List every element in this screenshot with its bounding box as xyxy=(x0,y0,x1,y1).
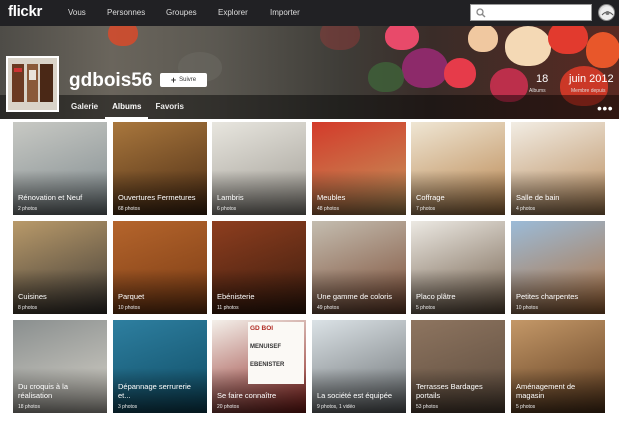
album-title: Rénovation et Neuf xyxy=(18,193,83,202)
album-title: Placo plâtre xyxy=(416,292,456,301)
tab-favoris[interactable]: Favoris xyxy=(148,97,190,119)
album-title: Cuisines xyxy=(18,292,47,301)
top-navigation-bar: flickr Vous Personnes Groupes Explorer I… xyxy=(0,0,619,26)
albums-count-label: Albums xyxy=(529,88,546,94)
album-tile[interactable]: Lambris 6 photos xyxy=(212,122,306,215)
album-tile[interactable]: Cuisines 8 photos xyxy=(13,221,107,314)
flower-shape xyxy=(320,26,360,50)
album-tile[interactable]: Meubles 48 photos xyxy=(312,122,406,215)
album-photo-count: 7 photos xyxy=(416,206,436,212)
album-title: Salle de bain xyxy=(516,193,560,202)
plus-icon: + xyxy=(170,74,177,85)
album-cover-sign: GD BOI MENUISEF EBENISTER xyxy=(248,322,304,384)
album-title: Du croquis à la réalisation xyxy=(18,382,69,400)
profile-username: gdbois56 xyxy=(69,70,153,91)
album-title: Terrasses Bardages portails xyxy=(416,382,483,400)
profile-tabs: Galerie Albums Favoris xyxy=(64,97,191,119)
album-title: La société est équipée xyxy=(317,391,393,400)
member-since-label: Membre depuis xyxy=(571,88,606,94)
nav-item-explorer[interactable]: Explorer xyxy=(218,8,248,17)
album-tile[interactable]: Ouvertures Fermetures 68 photos xyxy=(113,122,207,215)
album-tile[interactable]: Aménagement de magasin 5 photos xyxy=(511,320,605,413)
album-title: Coffrage xyxy=(416,193,445,202)
flower-shape xyxy=(385,26,419,50)
album-photo-count: 2 photos xyxy=(18,206,38,212)
album-tile[interactable]: Parquet 10 photos xyxy=(113,221,207,314)
flower-shape xyxy=(468,26,498,52)
albums-count: 18 xyxy=(536,73,549,85)
album-photo-count: 5 photos xyxy=(516,404,536,410)
album-photo-count: 8 photos xyxy=(18,305,38,311)
album-title: Aménagement de magasin xyxy=(516,382,576,400)
flower-shape xyxy=(548,26,588,54)
member-since-date: juin 2012 xyxy=(569,73,614,85)
profile-avatar[interactable] xyxy=(6,56,59,112)
album-photo-count: 6 photos xyxy=(217,206,237,212)
album-photo-count: 9 photos, 1 vidéo xyxy=(317,404,356,410)
flower-shape xyxy=(402,48,448,88)
follow-button[interactable]: + Suivre xyxy=(160,73,207,87)
album-title: Meubles xyxy=(317,193,346,202)
album-title: Dépannage serrurerie et... xyxy=(118,382,191,400)
album-title: Ebénisterie xyxy=(217,292,255,301)
album-title: Petites charpentes xyxy=(516,292,579,301)
album-title: Se faire connaître xyxy=(217,391,277,400)
tab-albums[interactable]: Albums xyxy=(105,97,149,119)
album-photo-count: 4 photos xyxy=(516,206,536,212)
storefront-avatar-icon xyxy=(8,58,57,110)
album-tile[interactable]: Rénovation et Neuf 2 photos xyxy=(13,122,107,215)
flower-shape xyxy=(108,26,138,46)
album-tile[interactable]: Coffrage 7 photos xyxy=(411,122,505,215)
follow-label: Suivre xyxy=(179,77,197,83)
album-title: Ouvertures Fermetures xyxy=(118,193,196,202)
album-title: Une gamme de coloris xyxy=(317,292,393,301)
album-tile[interactable]: Salle de bain 4 photos xyxy=(511,122,605,215)
nav-item-groupes[interactable]: Groupes xyxy=(166,8,197,17)
album-tile[interactable]: Une gamme de coloris 49 photos xyxy=(312,221,406,314)
album-tile[interactable]: Du croquis à la réalisation 18 photos xyxy=(13,320,107,413)
album-photo-count: 3 photos xyxy=(118,404,138,410)
album-photo-count: 48 photos xyxy=(317,206,339,212)
album-title: Lambris xyxy=(217,193,244,202)
nav-item-vous[interactable]: Vous xyxy=(68,8,86,17)
album-photo-count: 10 photos xyxy=(118,305,140,311)
tab-galerie[interactable]: Galerie xyxy=(64,97,105,119)
album-tile[interactable]: Ebénisterie 11 photos xyxy=(212,221,306,314)
user-avatar[interactable] xyxy=(598,4,615,21)
album-tile[interactable]: GD BOI MENUISEF EBENISTER Se faire connaîtr… xyxy=(212,320,306,413)
flower-shape xyxy=(444,58,476,88)
album-tile[interactable]: Placo plâtre 5 photos xyxy=(411,221,505,314)
sign-text: GD BOI xyxy=(250,325,274,332)
album-photo-count: 5 photos xyxy=(416,305,436,311)
nav-item-importer[interactable]: Importer xyxy=(270,8,300,17)
avatar-icon xyxy=(600,6,614,20)
album-tile[interactable]: Terrasses Bardages portails 53 photos xyxy=(411,320,505,413)
album-photo-count: 68 photos xyxy=(118,206,140,212)
search-input[interactable] xyxy=(470,4,592,21)
album-photo-count: 10 photos xyxy=(516,305,538,311)
sign-text: EBENISTER xyxy=(250,362,285,368)
flickr-logo[interactable]: flickr xyxy=(8,3,42,20)
more-options-button[interactable]: ••• xyxy=(597,101,613,115)
flower-shape xyxy=(586,32,619,68)
album-photo-count: 11 photos xyxy=(217,305,239,311)
flower-leaf xyxy=(368,62,404,92)
album-tile[interactable]: Petites charpentes 10 photos xyxy=(511,221,605,314)
search-icon xyxy=(476,8,486,18)
album-tile[interactable]: La société est équipée 9 photos, 1 vidéo xyxy=(312,320,406,413)
album-photo-count: 20 photos xyxy=(217,404,239,410)
album-photo-count: 49 photos xyxy=(317,305,339,311)
album-title: Parquet xyxy=(118,292,145,301)
album-tile[interactable]: Dépannage serrurerie et... 3 photos xyxy=(113,320,207,413)
flower-shape xyxy=(505,26,551,66)
nav-item-personnes[interactable]: Personnes xyxy=(107,8,145,17)
album-photo-count: 18 photos xyxy=(18,404,40,410)
sign-text: MENUISEF xyxy=(250,344,282,350)
album-photo-count: 53 photos xyxy=(416,404,438,410)
